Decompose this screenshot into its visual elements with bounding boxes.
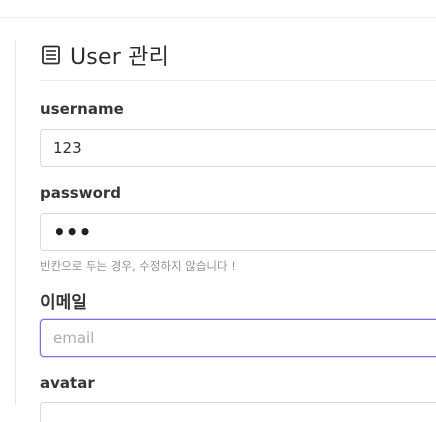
page-title: User 관리 (70, 45, 170, 70)
page-header: User 관리 (40, 38, 436, 72)
header-divider (40, 80, 436, 81)
email-label: 이메일 (40, 293, 87, 313)
username-value: 123 (53, 139, 82, 157)
password-field[interactable]: ••• (40, 213, 436, 251)
password-label: password (40, 184, 122, 202)
password-masked-value: ••• (53, 220, 92, 244)
email-field[interactable]: email (40, 319, 436, 357)
avatar-field[interactable] (40, 402, 436, 422)
password-help-text: 빈칸으로 두는 경우, 수정하지 않습니다 ! (40, 259, 236, 273)
document-list-icon (41, 45, 61, 65)
user-edit-form: User 관리 username 123 password ••• 빈칸으로 두… (40, 38, 436, 422)
sidebar-divider (15, 40, 16, 405)
avatar-label: avatar (40, 374, 95, 392)
email-placeholder: email (53, 329, 95, 347)
username-label: username (40, 100, 124, 118)
username-field[interactable]: 123 (40, 129, 436, 167)
top-bar (0, 0, 436, 18)
